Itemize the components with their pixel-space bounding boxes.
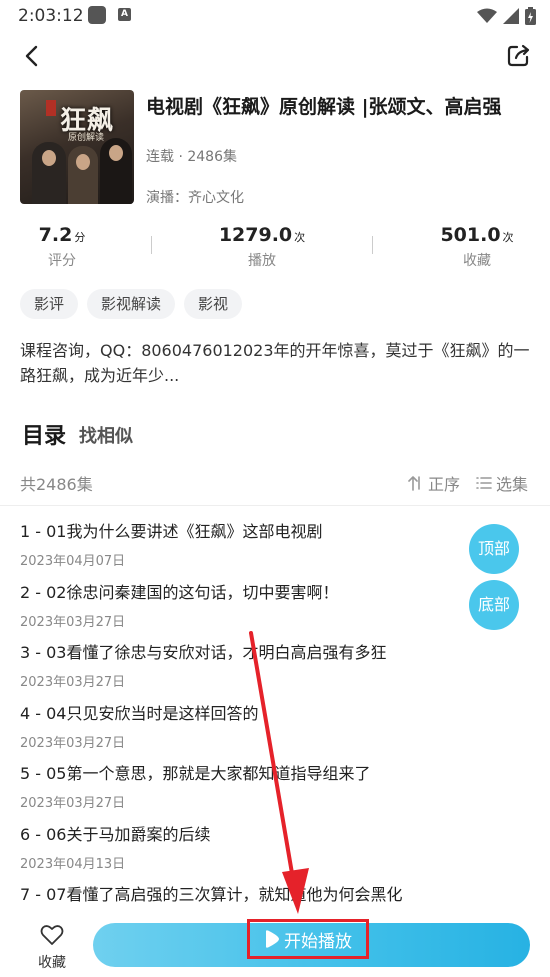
tag-list: 影评 影视解读 影视 <box>20 289 243 319</box>
episode-item[interactable]: 1 - 01我为什么要讲述《狂飙》这部电视剧 2023年04月07日 <box>20 518 460 579</box>
battery-icon <box>525 7 536 25</box>
album-title: 电视剧《狂飙》原创解读 |张颂文、高启强 <box>146 96 502 118</box>
play-label: 开始播放 <box>284 931 352 952</box>
toc-title[interactable]: 目录 <box>22 418 66 450</box>
sort-label: 正序 <box>428 475 461 494</box>
notification-icon <box>88 6 106 24</box>
status-icons <box>477 5 536 27</box>
cover-tag-mark <box>46 100 56 116</box>
signal-icon <box>503 8 519 24</box>
stat-favorites: 501.0 次 收藏 <box>432 224 522 270</box>
divider <box>0 505 550 506</box>
episode-date: 2023年03月27日 <box>20 796 126 811</box>
episode-date: 2023年04月07日 <box>20 554 126 569</box>
album-description[interactable]: 课程咨询，QQ：8060476012023年的开年惊喜，莫过于《狂飙》的一路狂飙… <box>20 338 532 388</box>
sort-icon <box>408 476 420 491</box>
stat-label: 评分 <box>48 253 76 269</box>
episode-title: 1 - 01我为什么要讲述《狂飙》这部电视剧 <box>20 522 323 541</box>
share-icon[interactable] <box>506 42 532 68</box>
episode-date: 2023年04月13日 <box>20 856 126 872</box>
stat-unit: 次 <box>294 231 306 244</box>
stat-unit: 次 <box>502 231 514 244</box>
episode-count: 共2486集 <box>20 475 93 494</box>
tag-chip[interactable]: 影评 <box>20 289 79 319</box>
tag-chip[interactable]: 影视解读 <box>87 289 176 319</box>
select-episodes-button[interactable]: 选集 <box>476 471 528 495</box>
play-button-label-box[interactable]: 开始播放 <box>247 919 369 959</box>
scroll-bottom-button[interactable]: 底部 <box>469 580 519 630</box>
album-cover: 狂飙 原创解读 <box>20 90 134 204</box>
episode-list: 1 - 01我为什么要讲述《狂飙》这部电视剧 2023年04月07日 2 - 0… <box>20 518 460 942</box>
episode-item[interactable]: 6 - 06关于马加爵案的后续 2023年04月13日 <box>20 821 460 882</box>
episode-date: 2023年03月27日 <box>20 675 126 690</box>
wifi-icon <box>477 8 497 23</box>
episode-item[interactable]: 3 - 03看懂了徐忠与安欣对话，才明白高启强有多狂 2023年03月27日 <box>20 639 460 700</box>
episode-date: 2023年03月27日 <box>20 614 126 630</box>
stat-divider <box>151 236 152 254</box>
episode-title: 4 - 04只见安欣当时是这样回答的 <box>20 703 259 723</box>
album-cast: 演播：齐心文化 <box>146 190 244 206</box>
stat-value: 7.2 <box>38 224 73 246</box>
status-time: 2:03:12 <box>18 6 84 26</box>
episode-item[interactable]: 4 - 04只见安欣当时是这样回答的 2023年03月27日 <box>20 700 460 761</box>
episode-item[interactable]: 2 - 02徐忠问秦建国的这句话，切中要害啊！ 2023年03月27日 <box>20 579 460 640</box>
stat-plays: 1279.0 次 播放 <box>212 224 312 270</box>
back-icon[interactable] <box>18 42 46 70</box>
play-icon <box>266 930 279 948</box>
keyboard-indicator-icon: A <box>118 8 131 21</box>
stat-unit: 分 <box>74 231 86 244</box>
cover-face <box>42 150 56 166</box>
episode-title: 5 - 05第一个意思，那就是大家都知道指导组来了 <box>20 764 371 783</box>
stat-label: 收藏 <box>463 253 491 269</box>
cover-subtitle: 原创解读 <box>68 133 105 143</box>
toc-similar-tab[interactable]: 找相似 <box>79 422 133 448</box>
tag-chip[interactable]: 影视 <box>184 289 243 319</box>
episode-title: 7 - 07看懂了高启强的三次算计，就知道他为何会黑化 <box>20 885 403 904</box>
episode-title: 3 - 03看懂了徐忠与安欣对话，才明白高启强有多狂 <box>20 643 387 662</box>
cover-face <box>109 145 123 161</box>
favorite-button[interactable]: 收藏 <box>32 924 72 972</box>
stat-label: 播放 <box>248 253 276 269</box>
select-label: 选集 <box>496 475 529 494</box>
status-bar: 2:03:12 A <box>0 0 550 32</box>
stat-rating: 7.2 分 评分 <box>36 224 88 270</box>
heart-icon <box>40 925 64 945</box>
stat-divider <box>372 236 373 254</box>
episode-item[interactable]: 5 - 05第一个意思，那就是大家都知道指导组来了 2023年03月27日 <box>20 760 460 821</box>
album-status: 连载 · 2486集 <box>146 149 237 165</box>
episode-date: 2023年03月27日 <box>20 735 126 751</box>
sort-button[interactable]: 正序 <box>408 471 460 495</box>
episode-title: 6 - 06关于马加爵案的后续 <box>20 824 211 844</box>
episode-title: 2 - 02徐忠问秦建国的这句话，切中要害啊！ <box>20 582 339 602</box>
stat-value: 501.0 <box>440 224 501 246</box>
stat-value: 1279.0 <box>218 224 293 246</box>
scroll-top-button[interactable]: 顶部 <box>469 524 519 574</box>
list-icon <box>476 477 492 489</box>
cover-face <box>76 154 90 170</box>
favorite-label: 收藏 <box>38 955 66 971</box>
